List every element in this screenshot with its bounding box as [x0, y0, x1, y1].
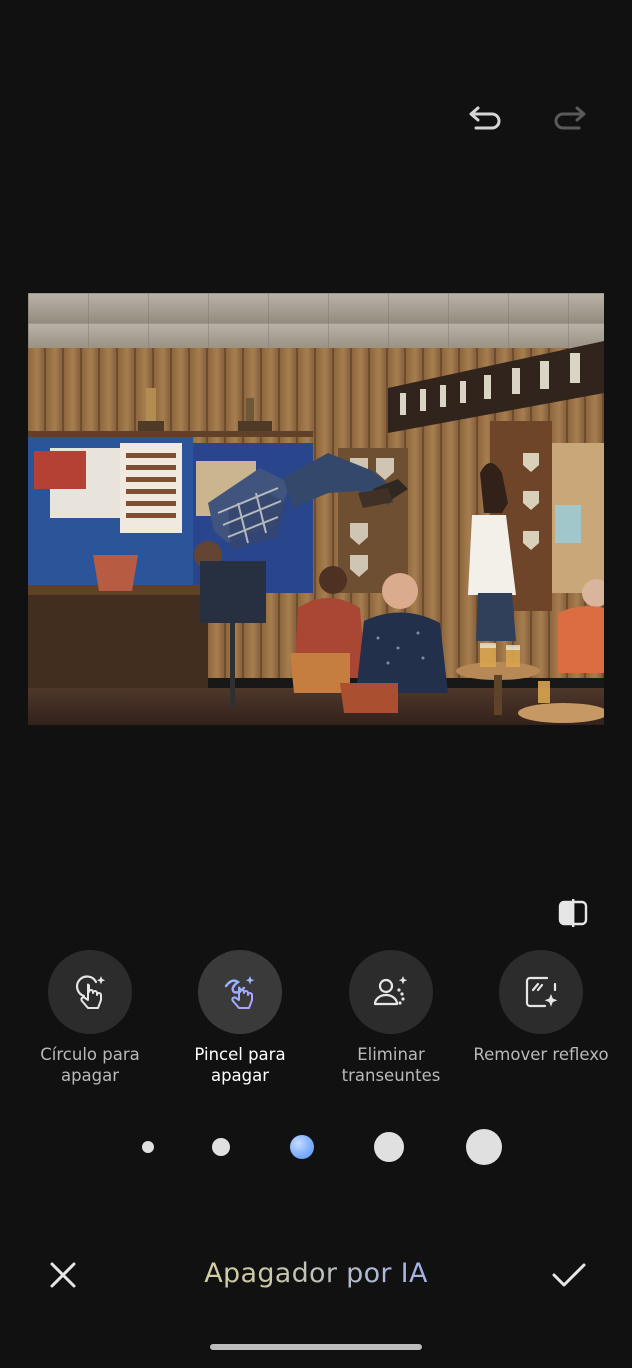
brush-size-4[interactable]: [374, 1132, 404, 1162]
brush-erase-icon: [224, 976, 255, 1009]
eraser-tools: Círculo para apagar Pincel para apagar E…: [0, 950, 632, 1100]
tool-remove-reflection[interactable]: Remover reflexo: [466, 950, 616, 1065]
tool-circle-erase-label: Círculo para apagar: [40, 1045, 140, 1085]
circle-erase-icon: [75, 975, 106, 1009]
confirm-button[interactable]: [546, 1252, 592, 1298]
brush-size-1[interactable]: [142, 1141, 154, 1153]
tool-brush-erase[interactable]: Pincel para apagar: [165, 950, 315, 1086]
tool-brush-erase-button[interactable]: [198, 950, 282, 1034]
page-title: Apagador por IA: [116, 1258, 516, 1289]
undo-button[interactable]: [460, 96, 512, 140]
close-icon: [50, 1262, 76, 1288]
tool-remove-people[interactable]: Eliminar transeuntes: [316, 950, 466, 1086]
tool-remove-reflection-label: Remover reflexo: [473, 1045, 609, 1064]
tool-remove-people-label: Eliminar transeuntes: [341, 1045, 441, 1085]
compare-icon: [558, 899, 588, 927]
ai-eraser-screen: Círculo para apagar Pincel para apagar E…: [0, 0, 632, 1368]
bottom-action-bar: Apagador por IA: [0, 1240, 632, 1310]
compare-button[interactable]: [552, 892, 594, 934]
redo-button[interactable]: [543, 96, 595, 140]
redo-icon: [554, 106, 586, 130]
tool-circle-erase-button[interactable]: [48, 950, 132, 1034]
tool-circle-erase[interactable]: Círculo para apagar: [15, 950, 165, 1086]
brush-size-2[interactable]: [212, 1138, 230, 1156]
tool-remove-reflection-button[interactable]: [499, 950, 583, 1034]
check-icon: [552, 1263, 586, 1287]
undo-icon: [469, 106, 501, 130]
remove-people-icon: [373, 976, 408, 1006]
cancel-button[interactable]: [40, 1252, 86, 1298]
brush-size-selector: [0, 1118, 632, 1178]
photo-preview[interactable]: [28, 293, 604, 725]
bar-scene-image: [28, 293, 604, 725]
home-indicator[interactable]: [210, 1344, 422, 1350]
tool-remove-people-button[interactable]: [349, 950, 433, 1034]
brush-size-3-selected[interactable]: [290, 1135, 314, 1159]
brush-size-5[interactable]: [466, 1129, 502, 1165]
tool-brush-erase-label: Pincel para apagar: [194, 1045, 286, 1085]
remove-reflection-icon: [525, 976, 558, 1008]
